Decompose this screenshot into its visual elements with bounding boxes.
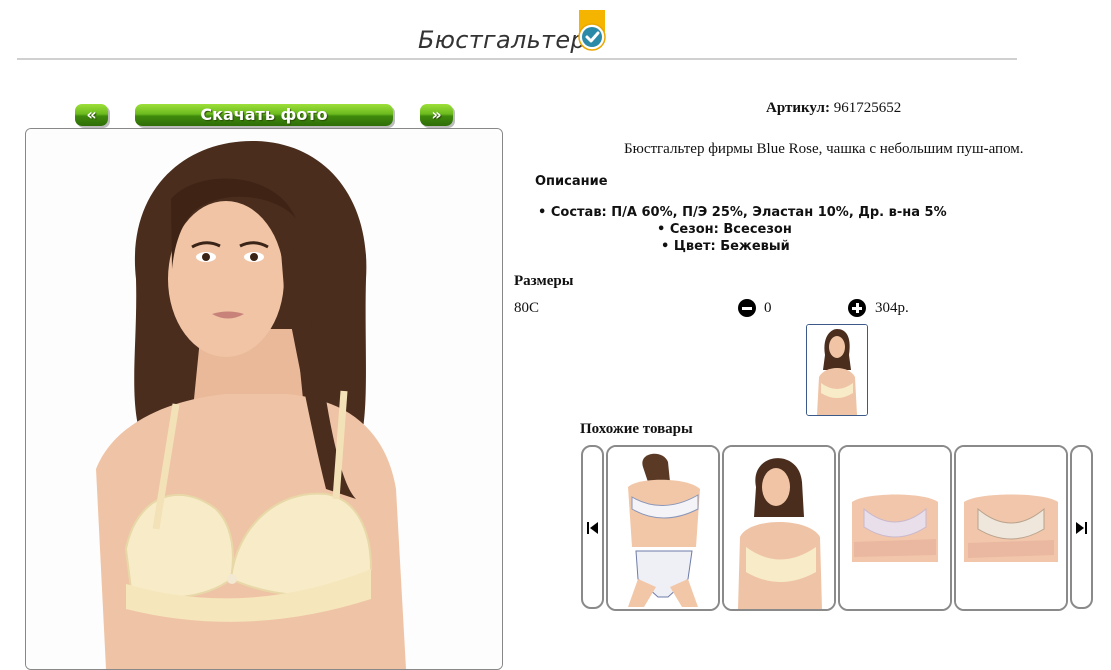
next-photo-button[interactable]: » [420, 104, 453, 126]
photo-thumbnail[interactable] [806, 324, 868, 416]
verified-check-badge-icon [578, 10, 606, 52]
minus-circle-icon[interactable] [738, 299, 756, 317]
previous-photo-button[interactable]: « [75, 104, 108, 126]
similar-product-card[interactable] [722, 445, 836, 611]
header-divider [17, 58, 1017, 60]
similar-product-card[interactable] [954, 445, 1068, 611]
skip-previous-icon [587, 522, 598, 534]
carousel-prev-button[interactable] [581, 445, 604, 609]
main-product-photo[interactable] [25, 128, 503, 670]
size-value: 80C [514, 300, 540, 316]
article-value: 961725652 [833, 100, 902, 116]
details-heading: Описание [535, 174, 608, 189]
similar-product-card[interactable] [838, 445, 952, 611]
detail-composition: • Состав: П/А 60%, П/Э 25%, Эластан 10%,… [538, 205, 947, 220]
article-label: Артикул: [766, 100, 830, 116]
size-price: 304р. [875, 300, 909, 316]
skip-next-icon [1076, 522, 1087, 534]
detail-season: • Сезон: Всесезон [657, 222, 792, 237]
carousel-next-button[interactable] [1070, 445, 1093, 609]
sizes-heading: Размеры [514, 273, 574, 289]
product-description: Бюстгальтер фирмы Blue Rose, чашка с неб… [624, 141, 1024, 157]
detail-color: • Цвет: Бежевый [661, 239, 790, 254]
page-title: Бюстгальтер [418, 26, 586, 54]
download-photo-button[interactable]: Скачать фото [135, 104, 393, 126]
article-number: Артикул: 961725652 [766, 100, 901, 117]
plus-circle-icon[interactable] [848, 299, 866, 317]
quantity-value: 0 [764, 300, 772, 316]
similar-product-card[interactable] [606, 445, 720, 611]
similar-products-heading: Похожие товары [580, 421, 693, 437]
